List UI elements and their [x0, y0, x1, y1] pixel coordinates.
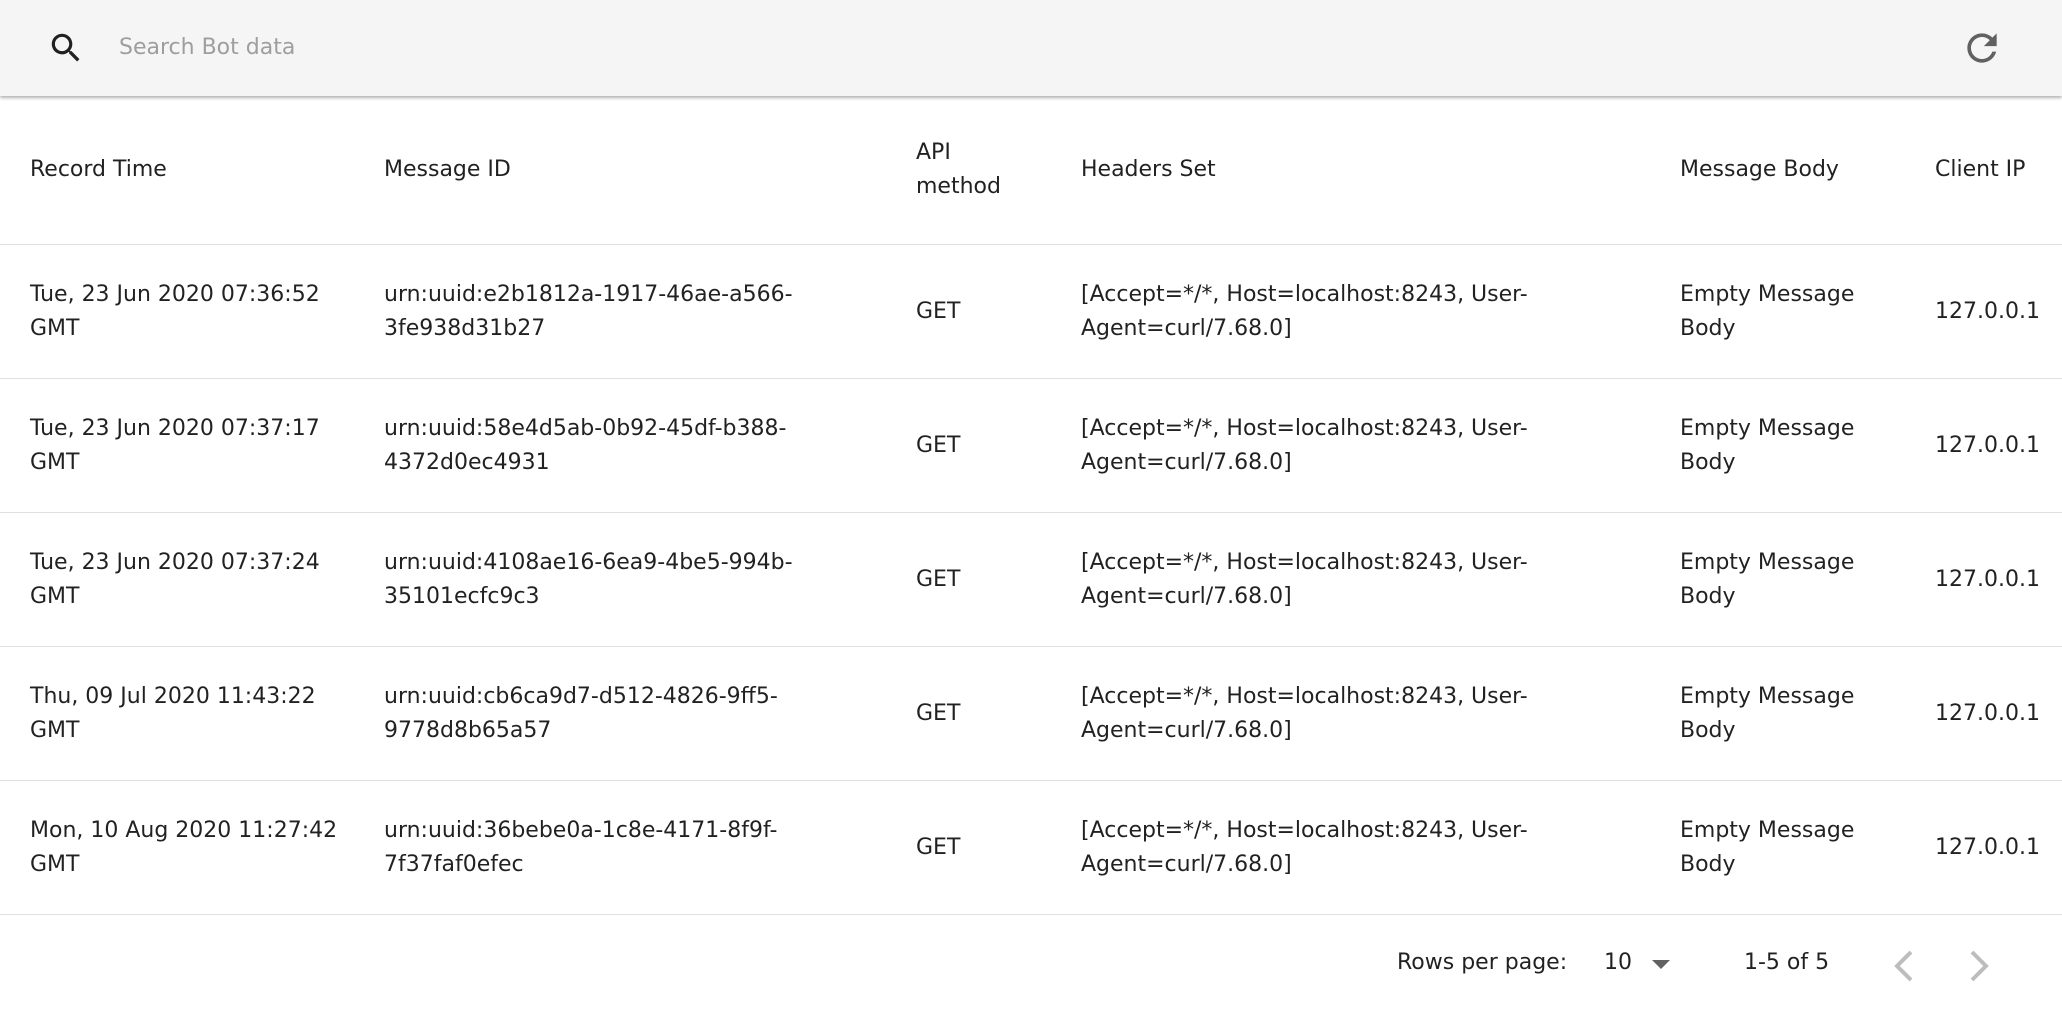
column-header-api-method[interactable]: API method: [916, 96, 1081, 245]
headers-set-cell: [Accept=*/*, Host=localhost:8243, User-A…: [1081, 646, 1680, 781]
message-id-cell: urn:uuid:cb6ca9d7-d512-4826-9ff5-9778d8b…: [384, 646, 916, 781]
api-method-cell: GET: [916, 512, 1081, 647]
api-method-cell: GET: [916, 646, 1081, 781]
column-header-record-time[interactable]: Record Time: [0, 96, 384, 245]
column-header-headers-set[interactable]: Headers Set: [1081, 96, 1680, 245]
record-time-cell: Thu, 09 Jul 2020 11:43:22 GMT: [0, 646, 384, 781]
rows-per-page-select[interactable]: 10: [1604, 946, 1674, 986]
client-ip-cell: 127.0.0.1: [1935, 646, 2062, 781]
column-header-message-id[interactable]: Message ID: [384, 96, 916, 245]
table-row[interactable]: Tue, 23 Jun 2020 07:37:17 GMT urn:uuid:5…: [0, 378, 2062, 513]
record-time-cell: Mon, 10 Aug 2020 11:27:42 GMT: [0, 780, 384, 915]
refresh-button[interactable]: [1960, 26, 2004, 70]
message-body-cell: Empty Message Body: [1680, 244, 1935, 379]
client-ip-cell: 127.0.0.1: [1935, 244, 2062, 379]
headers-set-cell: [Accept=*/*, Host=localhost:8243, User-A…: [1081, 512, 1680, 647]
caret-down-icon: [1652, 960, 1670, 969]
message-body-cell: Empty Message Body: [1680, 378, 1935, 513]
column-header-client-ip[interactable]: Client IP: [1935, 96, 2062, 245]
table-header-row: Record Time Message ID API method Header…: [0, 96, 2062, 245]
table-row[interactable]: Tue, 23 Jun 2020 07:37:24 GMT urn:uuid:4…: [0, 512, 2062, 647]
rows-per-page-value: 10: [1604, 950, 1632, 975]
api-method-cell: GET: [916, 780, 1081, 915]
headers-set-cell: [Accept=*/*, Host=localhost:8243, User-A…: [1081, 378, 1680, 513]
api-method-cell: GET: [916, 378, 1081, 513]
search-icon[interactable]: [47, 29, 85, 67]
message-body-cell: Empty Message Body: [1680, 646, 1935, 781]
message-id-cell: urn:uuid:e2b1812a-1917-46ae-a566-3fe938d…: [384, 244, 916, 379]
bot-data-table: Record Time Message ID API method Header…: [0, 96, 2062, 915]
api-method-cell: GET: [916, 244, 1081, 379]
pagination-bar: Rows per page: 10 1-5 of 5: [0, 916, 2062, 1018]
message-id-cell: urn:uuid:4108ae16-6ea9-4be5-994b-35101ec…: [384, 512, 916, 647]
client-ip-cell: 127.0.0.1: [1935, 378, 2062, 513]
record-time-cell: Tue, 23 Jun 2020 07:37:17 GMT: [0, 378, 384, 513]
column-header-message-body[interactable]: Message Body: [1680, 96, 1935, 245]
record-time-cell: Tue, 23 Jun 2020 07:37:24 GMT: [0, 512, 384, 647]
message-body-cell: Empty Message Body: [1680, 512, 1935, 647]
chevron-left-icon: [1894, 950, 1913, 982]
headers-set-cell: [Accept=*/*, Host=localhost:8243, User-A…: [1081, 780, 1680, 915]
table-row[interactable]: Tue, 23 Jun 2020 07:36:52 GMT urn:uuid:e…: [0, 244, 2062, 379]
pagination-range: 1-5 of 5: [1744, 950, 1830, 975]
message-id-cell: urn:uuid:36bebe0a-1c8e-4171-8f9f-7f37faf…: [384, 780, 916, 915]
table-row[interactable]: Mon, 10 Aug 2020 11:27:42 GMT urn:uuid:3…: [0, 780, 2062, 915]
next-page-button[interactable]: [1960, 944, 1996, 988]
refresh-icon: [1967, 33, 1997, 63]
message-id-cell: urn:uuid:58e4d5ab-0b92-45df-b388-4372d0e…: [384, 378, 916, 513]
rows-per-page-label: Rows per page:: [1397, 950, 1568, 975]
client-ip-cell: 127.0.0.1: [1935, 780, 2062, 915]
search-input[interactable]: [119, 26, 1819, 68]
previous-page-button[interactable]: [1887, 944, 1923, 988]
client-ip-cell: 127.0.0.1: [1935, 512, 2062, 647]
record-time-cell: Tue, 23 Jun 2020 07:36:52 GMT: [0, 244, 384, 379]
headers-set-cell: [Accept=*/*, Host=localhost:8243, User-A…: [1081, 244, 1680, 379]
search-toolbar: [0, 0, 2062, 96]
chevron-right-icon: [1970, 950, 1989, 982]
table-row[interactable]: Thu, 09 Jul 2020 11:43:22 GMT urn:uuid:c…: [0, 646, 2062, 781]
message-body-cell: Empty Message Body: [1680, 780, 1935, 915]
